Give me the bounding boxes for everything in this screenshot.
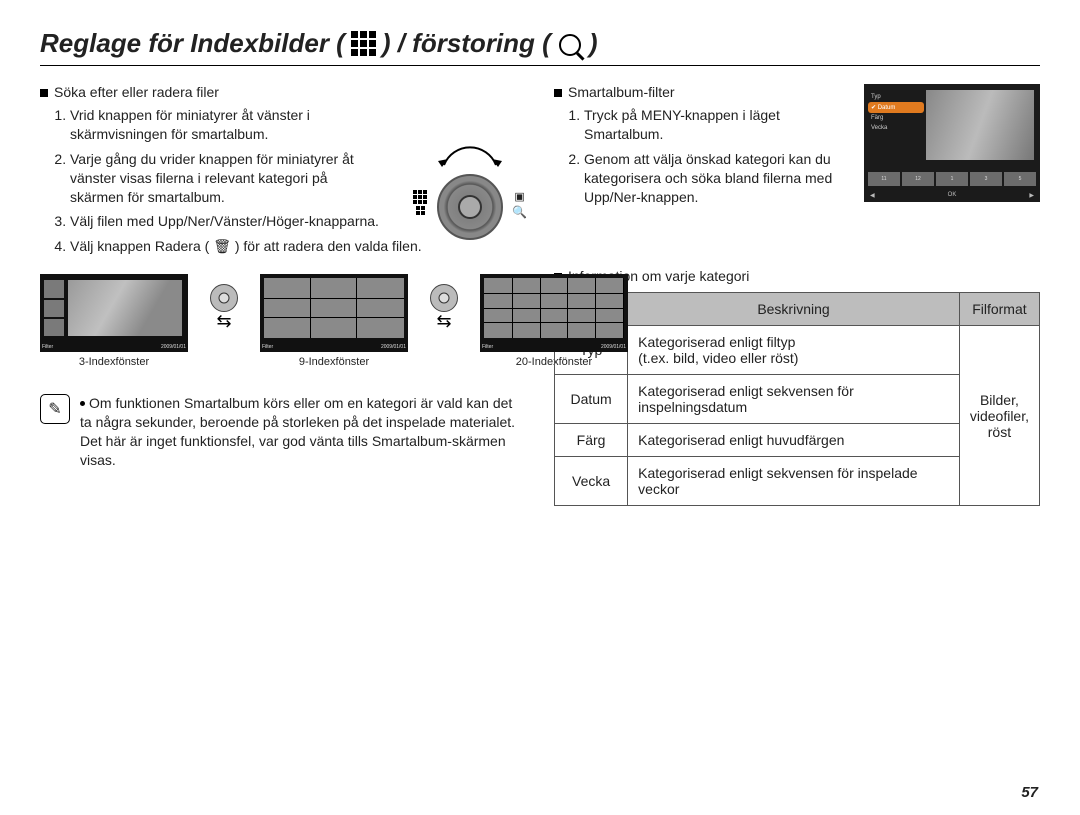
cell-b-farg: Kategoriserad enligt huvudfärgen (628, 424, 960, 457)
menu-item-datum-text: Datum (878, 105, 896, 111)
cell-format: Bilder, videofiler, röst (959, 326, 1039, 506)
strip-11: 11 (868, 172, 900, 186)
dial-left-labels (413, 190, 427, 219)
thumbnails-icon (351, 31, 376, 56)
mock-screen-3: Filter 2009/01/01 (40, 274, 188, 352)
bullet-dot-icon (80, 401, 85, 406)
cell-k-datum: Datum (555, 375, 628, 424)
play-icon: ▣ (514, 190, 524, 203)
strip-1: 1 (936, 172, 968, 186)
page-title: Reglage för Indexbilder ( ) / förstoring… (40, 28, 1040, 59)
mock-screen-20: Filter 2009/01/01 (480, 274, 628, 352)
page-number: 57 (1021, 784, 1038, 801)
left-heading-1: Söka efter eller radera filer (40, 84, 520, 100)
right-heading-1: Smartalbum-filter (554, 84, 848, 100)
bar-date-20: 2009/01/01 (601, 344, 626, 350)
menu-item-vecka: Vecka (868, 123, 924, 133)
thumb-group-9: Filter 2009/01/01 9-Indexfönster (260, 274, 408, 368)
cell-b-datum: Kategoriserad enligt sekvensen för inspe… (628, 375, 960, 424)
cell-k-vecka: Vecka (555, 457, 628, 506)
bar-date-9: 2009/01/01 (381, 344, 406, 350)
right-step-1: Tryck på MENY-knappen i läget Smartalbum… (584, 106, 848, 144)
thumb-row: Filter 2009/01/01 3-Indexfönster ⇆ Filte… (40, 274, 520, 368)
title-part2: ) / förstoring ( (382, 28, 551, 59)
bar-left: ◀ (870, 192, 875, 199)
magnify-small-icon: 🔍 (512, 205, 527, 219)
dial-right-labels: ▣ 🔍 (512, 190, 527, 219)
bi-arrow-icon: ⇆ (216, 316, 231, 326)
dial-icon (437, 174, 503, 240)
note-text: Om funktionen Smartalbum körs eller om e… (80, 394, 520, 470)
filter-screen-mock: Typ ✔ Datum Färg Vecka 11 12 1 3 5 ◀ (864, 84, 1040, 202)
knob-gap-2: ⇆ (430, 284, 458, 326)
square-bullet-icon-2 (554, 89, 562, 97)
thumbnails-icon-smaller (416, 206, 425, 215)
bar-date: 2009/01/01 (161, 344, 186, 350)
bar-filter-20: Filter (482, 344, 493, 350)
thumb-group-3: Filter 2009/01/01 3-Indexfönster (40, 274, 188, 368)
dial-figure: ▣ 🔍 (408, 145, 532, 219)
page-title-row: Reglage för Indexbilder ( ) / förstoring… (40, 28, 1040, 66)
cell-k-farg: Färg (555, 424, 628, 457)
bar-filter: Filter (42, 344, 53, 350)
bar-right: ▶ (1029, 192, 1034, 199)
left-step-4-text: Välj knappen Radera ( 🗑 ) för att radera… (70, 238, 422, 254)
cell-b-typ: Kategoriserad enligt filtyp (t.ex. bild,… (628, 326, 960, 375)
left-step-1: Vrid knappen för miniatyrer åt vänster i… (70, 106, 520, 144)
dial-arrows-icon (432, 145, 508, 169)
left-step-4: Välj knappen Radera ( 🗑 ) för att radera… (70, 237, 520, 256)
left-heading-1-text: Söka efter eller radera filer (54, 84, 219, 100)
strip-12: 12 (902, 172, 934, 186)
bar-ok: OK (948, 192, 957, 199)
strip-3: 3 (970, 172, 1002, 186)
th-beskrivning: Beskrivning (628, 293, 960, 326)
mock-screen-9: Filter 2009/01/01 (260, 274, 408, 352)
th-filformat: Filformat (959, 293, 1039, 326)
title-part1: Reglage för Indexbilder ( (40, 28, 345, 59)
thumbnails-icon-small (413, 190, 427, 204)
cell-b-vecka: Kategoriserad enligt sekvensen för inspe… (628, 457, 960, 506)
caption-3: 3-Indexfönster (79, 356, 149, 368)
dial-mini-icon (210, 284, 238, 312)
dial-mini-icon-2 (430, 284, 458, 312)
title-part3: ) (589, 28, 598, 59)
note-box: ✎ Om funktionen Smartalbum körs eller om… (40, 394, 520, 470)
bi-arrow-icon-2: ⇆ (436, 316, 451, 326)
right-steps: Tryck på MENY-knappen i läget Smartalbum… (554, 106, 848, 206)
right-step-2: Genom att välja önskad kategori kan du k… (584, 150, 848, 207)
menu-item-typ: Typ (868, 92, 924, 102)
right-heading-1-text: Smartalbum-filter (568, 84, 675, 100)
note-body: Om funktionen Smartalbum körs eller om e… (80, 395, 515, 468)
bar-filter-9: Filter (262, 344, 273, 350)
caption-9: 9-Indexfönster (299, 356, 369, 368)
magnify-icon (559, 34, 581, 56)
square-bullet-icon (40, 89, 48, 97)
info-note-icon: ✎ (40, 394, 70, 424)
strip-5: 5 (1004, 172, 1036, 186)
menu-item-farg: Färg (868, 113, 924, 123)
menu-item-datum: ✔ Datum (868, 102, 924, 113)
knob-gap-1: ⇆ (210, 284, 238, 326)
